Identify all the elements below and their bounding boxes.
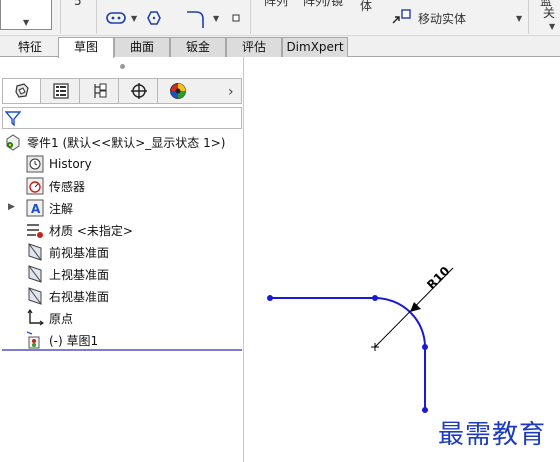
tree-root-part[interactable]: 零件1 (默认<<默认>_显示状态 1>) <box>4 132 225 152</box>
tree-item-label: (-) 草图1 <box>49 333 99 348</box>
tree-item-material[interactable]: 材质 <未指定> <box>26 220 133 240</box>
move-entities-icon[interactable] <box>392 9 412 25</box>
more-tabs-arrow[interactable]: › <box>228 84 234 100</box>
expand-arrow-icon[interactable]: ▶ <box>8 202 15 212</box>
chevron-down-icon[interactable]: ▼ <box>131 14 137 23</box>
sketch-icon <box>26 331 44 349</box>
command-manager-tabs: 特征 草图 曲面 钣金 评估 DimXpert <box>0 36 560 58</box>
tree-item-history[interactable]: History <box>26 154 92 174</box>
part-icon <box>4 133 22 151</box>
plane-icon <box>26 287 44 305</box>
graphics-area[interactable]: R10 <box>245 57 560 462</box>
svg-text:A: A <box>31 202 41 216</box>
tree-item-label: 注解 <box>49 201 74 216</box>
sketch-endpoint[interactable] <box>267 295 273 301</box>
chevron-down-icon[interactable]: ▼ <box>516 14 522 23</box>
plane-icon <box>26 243 44 261</box>
clipped-ribbon-label[interactable]: 阵列/镜 <box>303 0 343 8</box>
chevron-down-icon[interactable]: ▼ <box>549 22 555 31</box>
radius-dimension[interactable]: R10 <box>371 264 454 351</box>
move-entities-label[interactable]: 移动实体 <box>418 12 466 26</box>
tree-item-label: 上视基准面 <box>49 267 110 282</box>
tree-item-label: 材质 <未指定> <box>49 223 133 238</box>
plane-icon <box>26 265 44 283</box>
filter-icon[interactable] <box>5 110 21 126</box>
origin-icon <box>26 309 44 327</box>
rollback-bar[interactable] <box>2 349 242 351</box>
configurationmanager-icon <box>93 83 106 98</box>
displaymanager-icon <box>170 83 186 99</box>
clipped-toolbar-glyph: 5 <box>74 0 82 8</box>
tree-item-label: 传感器 <box>49 179 86 194</box>
material-icon <box>26 221 44 239</box>
clipped-ribbon-label[interactable]: 关 <box>543 6 555 20</box>
propertymanager-tab[interactable] <box>42 79 80 103</box>
configurationmanager-tab[interactable] <box>81 79 119 103</box>
featuremanager-icon <box>14 83 29 98</box>
tree-item-top-plane[interactable]: 上视基准面 <box>26 264 109 284</box>
tree-item-origin[interactable]: 原点 <box>26 308 73 328</box>
dimxpertmanager-tab[interactable] <box>120 79 158 103</box>
sketch-endpoint[interactable] <box>422 407 428 413</box>
manager-tab-bar <box>2 78 242 104</box>
tree-item-front-plane[interactable]: 前视基准面 <box>26 242 109 262</box>
tree-item-right-plane[interactable]: 右视基准面 <box>26 286 109 306</box>
tree-item-label: 右视基准面 <box>49 289 110 304</box>
tree-item-sensors[interactable]: 传感器 <box>26 176 85 196</box>
ribbon-toolbar: ▼ 5 ▼ ▼ 阵列 阵列/镜 体 移动实体 ▼ 蓝 关 ▼ <box>0 0 560 36</box>
tab-sketch[interactable]: 草图 <box>58 37 114 58</box>
panel-splitter-handle[interactable] <box>120 64 125 69</box>
sketch-endpoint[interactable] <box>422 344 428 350</box>
polygon-icon[interactable] <box>146 10 162 26</box>
watermark: 最需教育 <box>438 420 547 450</box>
sketch-endpoint[interactable] <box>372 295 378 301</box>
tree-item-annotations[interactable]: A 注解 <box>26 198 73 218</box>
tree-item-label: 前视基准面 <box>49 245 110 260</box>
tab-dimxpert[interactable]: DimXpert <box>282 37 348 57</box>
tree-root-label: 零件1 (默认<<默认>_显示状态 1>) <box>27 135 226 150</box>
tab-sheet-metal[interactable]: 钣金 <box>170 37 226 57</box>
propertymanager-icon <box>52 83 69 99</box>
slot-icon[interactable] <box>106 12 128 24</box>
tree-item-sketch1[interactable]: (-) 草图1 <box>26 330 98 350</box>
tab-features[interactable]: 特征 <box>2 37 58 57</box>
annotation-icon: A <box>26 199 44 217</box>
sketch-fillet-icon[interactable] <box>186 8 206 30</box>
tab-surfaces[interactable]: 曲面 <box>114 37 170 57</box>
dimxpertmanager-icon <box>130 83 147 99</box>
sketch-canvas[interactable]: R10 <box>245 57 560 462</box>
displaymanager-tab[interactable] <box>159 79 197 103</box>
clipped-ribbon-label[interactable]: 阵列 <box>264 0 288 8</box>
tree-filter-bar[interactable] <box>2 107 242 129</box>
history-icon <box>26 155 44 173</box>
sketch-geometry[interactable] <box>267 295 428 413</box>
tab-evaluate[interactable]: 评估 <box>226 37 282 57</box>
sensor-icon <box>26 177 44 195</box>
chevron-down-icon[interactable]: ▼ <box>213 14 219 23</box>
chevron-down-icon[interactable]: ▼ <box>23 18 29 27</box>
tree-item-label: History <box>49 157 92 171</box>
dimension-arrowhead <box>410 302 421 312</box>
featuremanager-tab[interactable] <box>3 79 41 103</box>
point-icon[interactable] <box>232 14 240 22</box>
ribbon-label[interactable]: 体 <box>360 0 372 13</box>
tree-item-label: 原点 <box>49 311 74 326</box>
dimension-value[interactable]: R10 <box>424 264 452 292</box>
